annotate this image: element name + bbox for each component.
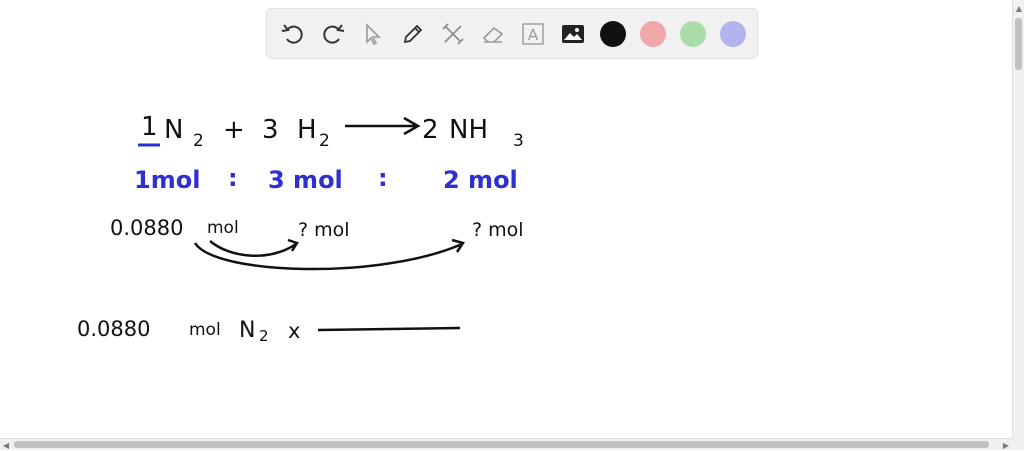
calc-unit: mol <box>189 320 221 340</box>
given-unit: mol <box>207 218 239 238</box>
subscript-h2: 2 <box>319 131 330 151</box>
scroll-right-icon[interactable]: ▶ <box>1000 439 1012 451</box>
fraction-bar <box>317 326 461 332</box>
reaction-arrow <box>345 116 421 136</box>
scrollbar-corner <box>1012 438 1024 450</box>
vertical-scrollbar[interactable]: ▲ <box>1012 0 1024 438</box>
ratio-h2: 3 mol <box>268 166 343 194</box>
coefficient-nh3: 2 <box>422 115 439 145</box>
unknown-nh3: ? mol <box>472 219 524 241</box>
calc-amount: 0.0880 <box>77 317 150 341</box>
ratio-colon-1: : <box>228 164 238 192</box>
horizontal-scroll-thumb[interactable] <box>14 441 989 448</box>
species-n: N <box>164 115 183 145</box>
horizontal-scrollbar[interactable]: ◀ ▶ <box>0 438 1012 450</box>
ratio-n2: 1mol <box>134 166 200 194</box>
species-nh: NH <box>449 115 488 145</box>
calc-subscript: 2 <box>259 327 269 345</box>
species-h: H <box>297 115 317 145</box>
arrow-to-h2 <box>209 238 299 257</box>
ratio-colon-2: : <box>378 164 388 192</box>
vertical-scroll-thumb[interactable] <box>1015 18 1022 70</box>
coefficient-h2: 3 <box>262 115 279 145</box>
scroll-up-icon[interactable]: ▲ <box>1013 2 1024 14</box>
scroll-left-icon[interactable]: ◀ <box>0 439 12 451</box>
subscript-n2: 2 <box>193 131 204 151</box>
unknown-h2: ? mol <box>298 219 350 241</box>
calc-species: N <box>239 318 255 343</box>
given-amount: 0.0880 <box>110 216 183 240</box>
subscript-nh3: 3 <box>513 131 524 151</box>
whiteboard-canvas[interactable]: 1 N 2 + 3 H 2 2 NH 3 1mol : 3 mol : 2 mo… <box>0 0 1012 438</box>
coefficient-n2: 1 <box>141 112 158 142</box>
plus-sign: + <box>223 115 245 145</box>
multiply-sign: x <box>288 319 300 343</box>
ratio-nh3: 2 mol <box>443 166 518 194</box>
